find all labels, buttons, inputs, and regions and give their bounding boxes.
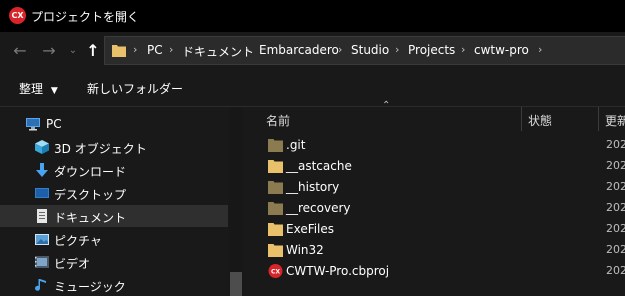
sidebar-item-label: ミュージック (54, 280, 126, 294)
sidebar-item-label: デスクトップ (54, 188, 127, 202)
desktop-icon (35, 188, 49, 198)
file-name: CWTW-Pro.cbproj (286, 264, 390, 278)
breadcrumb-separator-icon[interactable]: › (461, 43, 465, 56)
sidebar-item-3d-objects[interactable]: 3D オブジェクト (0, 136, 228, 158)
breadcrumb-cwtw-pro[interactable]: cwtw-pro (474, 43, 529, 57)
music-icon (35, 279, 46, 291)
document-icon (37, 209, 47, 223)
column-header-name[interactable]: ⌃ 名前 (243, 100, 523, 131)
file-name: Win32 (286, 243, 324, 257)
back-button[interactable]: ← (9, 40, 31, 62)
svg-text:CX: CX (271, 268, 280, 275)
sidebar-scrollbar-thumb[interactable] (230, 272, 242, 296)
file-date: 202 (606, 138, 625, 151)
cube-icon (35, 140, 49, 154)
breadcrumb-pc[interactable]: PC (147, 43, 163, 57)
download-arrow-icon (36, 163, 48, 177)
picture-icon (35, 234, 49, 245)
organize-label: 整理 (19, 82, 44, 96)
breadcrumb-projects[interactable]: Projects (408, 43, 455, 57)
breadcrumb-separator-icon[interactable]: › (338, 43, 342, 56)
video-icon (35, 256, 49, 268)
file-date: 202 (606, 222, 625, 235)
file-date: 202 (606, 264, 625, 277)
folder-icon (268, 181, 283, 194)
file-row[interactable]: __astcache 202 (243, 156, 625, 177)
file-row[interactable]: ExeFiles 202 (243, 219, 625, 240)
sidebar-item-label: ビデオ (54, 257, 91, 271)
sidebar-item-label: ダウンロード (54, 165, 127, 179)
file-row[interactable]: Win32 202 (243, 240, 625, 261)
file-name: __recovery (286, 201, 351, 215)
arrow-right-icon: → (42, 41, 56, 60)
file-row[interactable]: __recovery 202 (243, 198, 625, 219)
breadcrumb-separator-icon[interactable]: › (538, 43, 542, 56)
computer-icon (26, 118, 40, 131)
breadcrumb-separator-icon[interactable]: › (245, 43, 249, 56)
column-header-label: 更新 (605, 114, 625, 128)
arrow-up-icon: ↑ (86, 41, 100, 60)
sidebar-item-videos[interactable]: ビデオ (0, 251, 228, 273)
file-row[interactable]: .git 202 (243, 135, 625, 156)
sidebar-item-label: PC (46, 117, 62, 131)
file-name: __history (286, 180, 340, 194)
sidebar-item-downloads[interactable]: ダウンロード (0, 159, 228, 181)
file-name: ExeFiles (286, 222, 335, 236)
folder-icon (112, 45, 126, 57)
up-button[interactable]: ↑ (82, 40, 104, 62)
sort-ascending-icon: ⌃ (382, 100, 391, 111)
sidebar-item-label: 3D オブジェクト (54, 142, 147, 156)
file-row[interactable]: CX CWTW-Pro.cbproj 202 (243, 261, 625, 282)
dropdown-arrow-icon: ▼ (50, 86, 58, 96)
title-bar: CX プロジェクトを開く (0, 0, 625, 32)
file-name: __astcache (286, 159, 352, 173)
column-header-label: 状態 (528, 114, 553, 128)
sidebar-item-desktop[interactable]: デスクトップ (0, 182, 228, 204)
file-date: 202 (606, 180, 625, 193)
cbproj-file-icon: CX (268, 264, 283, 278)
folder-icon (268, 160, 283, 173)
organize-button[interactable]: 整理 ▼ (19, 80, 58, 97)
file-date: 202 (606, 159, 625, 172)
sidebar-scrollbar[interactable] (229, 107, 243, 296)
column-header-label: 名前 (266, 114, 291, 128)
sidebar-item-pc[interactable]: PC (0, 113, 228, 135)
sidebar-item-label: ピクチャ (54, 234, 102, 248)
column-header-modified[interactable]: 更新 (599, 107, 625, 131)
file-date: 202 (606, 243, 625, 256)
folder-icon (268, 202, 283, 215)
breadcrumb-separator-icon[interactable]: › (169, 43, 173, 56)
window-title: プロジェクトを開く (31, 10, 140, 24)
navigation-pane: PC 3D オブジェクト ダウンロード デスクトップ ドキュメント ピクチャ ビ… (0, 107, 243, 296)
folder-icon (268, 244, 283, 257)
file-row[interactable]: __history 202 (243, 177, 625, 198)
breadcrumb-studio[interactable]: Studio (351, 43, 389, 57)
breadcrumb-separator-icon[interactable]: › (133, 43, 137, 56)
address-box[interactable]: › PC › ドキュメント › Embarcadero › Studio › P… (104, 36, 625, 65)
chevron-down-icon: ⌄ (68, 45, 78, 56)
arrow-left-icon: ← (13, 41, 27, 60)
breadcrumb-separator-icon[interactable]: › (395, 43, 399, 56)
forward-button[interactable]: → (38, 40, 60, 62)
recent-locations-button[interactable]: ⌄ (62, 40, 84, 62)
file-list: ⌃ 名前 状態 更新 .git 202 __astcache 202 __his… (243, 100, 625, 296)
sidebar-item-pictures[interactable]: ピクチャ (0, 228, 228, 250)
file-name: .git (286, 138, 306, 152)
breadcrumb-documents[interactable]: ドキュメント (182, 43, 254, 60)
folder-icon (268, 223, 283, 236)
breadcrumb-embarcadero[interactable]: Embarcadero (259, 43, 339, 57)
sidebar-item-label: ドキュメント (54, 211, 127, 225)
folder-icon (268, 139, 283, 152)
sidebar-item-documents[interactable]: ドキュメント (0, 205, 228, 227)
file-date: 202 (606, 201, 625, 214)
address-bar-row: ← → ⌄ ↑ › PC › ドキュメント › Embarcadero › St… (0, 32, 625, 70)
sidebar-item-music[interactable]: ミュージック (0, 274, 228, 296)
command-bar: 整理 ▼ 新しいフォルダー (0, 70, 625, 107)
new-folder-button[interactable]: 新しいフォルダー (87, 80, 183, 97)
app-logo-icon: CX (9, 7, 26, 24)
column-header-status[interactable]: 状態 (522, 107, 598, 131)
